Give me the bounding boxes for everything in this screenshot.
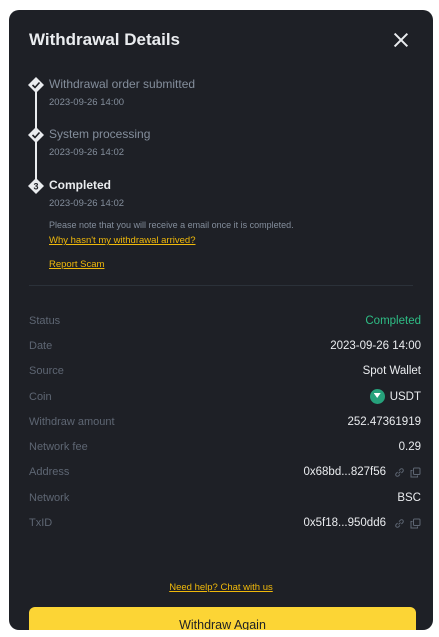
external-link-icon[interactable] <box>394 467 405 478</box>
detail-row-coin: Coin USDT <box>29 384 421 409</box>
network-value: BSC <box>397 491 421 504</box>
withdrawal-details-dialog: Withdrawal Details Withdrawal order subm… <box>9 10 433 630</box>
detail-row-amount: Withdraw amount 252.47361919 <box>29 409 421 434</box>
why-not-arrived-link[interactable]: Why hasn't my withdrawal arrived? <box>49 235 195 246</box>
check-icon <box>28 77 44 93</box>
status-label: Status <box>29 314 61 327</box>
dialog-title: Withdrawal Details <box>29 30 180 49</box>
step-title: Withdrawal order submitted <box>49 77 196 91</box>
fee-value: 0.29 <box>398 441 421 454</box>
withdraw-again-button[interactable]: Withdraw Again <box>29 607 416 630</box>
coin-value: USDT <box>389 390 421 403</box>
detail-row-network: Network BSC <box>29 485 421 510</box>
source-value: Spot Wallet <box>362 365 421 378</box>
close-icon[interactable] <box>391 30 411 50</box>
txid-value: 0x5f18...950dd6 <box>303 517 387 530</box>
copy-icon[interactable] <box>410 518 421 529</box>
amount-label: Withdraw amount <box>29 415 115 428</box>
divider <box>29 285 413 286</box>
txid-value-group: 0x5f18...950dd6 <box>304 517 422 529</box>
detail-row-txid: TxID 0x5f18...950dd6 <box>29 510 421 535</box>
check-icon <box>28 127 44 143</box>
details-list: Status Completed Date 2023-09-26 14:00 S… <box>29 308 421 536</box>
dialog-header: Withdrawal Details <box>29 28 413 52</box>
source-label: Source <box>29 365 64 378</box>
detail-row-date: Date 2023-09-26 14:00 <box>29 333 421 358</box>
usdt-icon <box>369 389 385 405</box>
report-scam-link[interactable]: Report Scam <box>49 259 104 270</box>
date-label: Date <box>29 339 53 352</box>
step-number-icon: 3 <box>28 178 44 194</box>
txid-label: TxID <box>29 517 53 530</box>
external-link-icon[interactable] <box>394 518 405 529</box>
coin-label: Coin <box>29 390 52 403</box>
amount-value: 252.47361919 <box>347 415 421 428</box>
help-chat-link[interactable]: Need help? Chat with us <box>169 582 273 593</box>
detail-row-source: Source Spot Wallet <box>29 359 421 384</box>
address-value-group: 0x68bd...827f56 <box>304 466 422 478</box>
step-title: Completed <box>49 178 112 192</box>
completion-note: Please note that you will receive a emai… <box>49 220 294 230</box>
detail-row-status: Status Completed <box>29 308 421 333</box>
step-time: 2023-09-26 14:02 <box>49 147 125 158</box>
step-time: 2023-09-26 14:02 <box>49 198 125 209</box>
detail-row-address: Address 0x68bd...827f56 <box>29 460 421 485</box>
detail-row-fee: Network fee 0.29 <box>29 434 421 459</box>
help-section: Need help? Chat with us <box>9 577 433 595</box>
step-number: 3 <box>33 181 38 191</box>
date-value: 2023-09-26 14:00 <box>330 339 421 352</box>
status-value: Completed <box>365 314 421 327</box>
copy-icon[interactable] <box>410 467 421 478</box>
address-value: 0x68bd...827f56 <box>303 466 387 479</box>
fee-label: Network fee <box>29 441 88 454</box>
step-title: System processing <box>49 127 151 141</box>
network-label: Network <box>29 491 70 504</box>
step-time: 2023-09-26 14:00 <box>49 97 125 108</box>
address-label: Address <box>29 466 70 479</box>
coin-value-group: USDT <box>369 389 421 405</box>
